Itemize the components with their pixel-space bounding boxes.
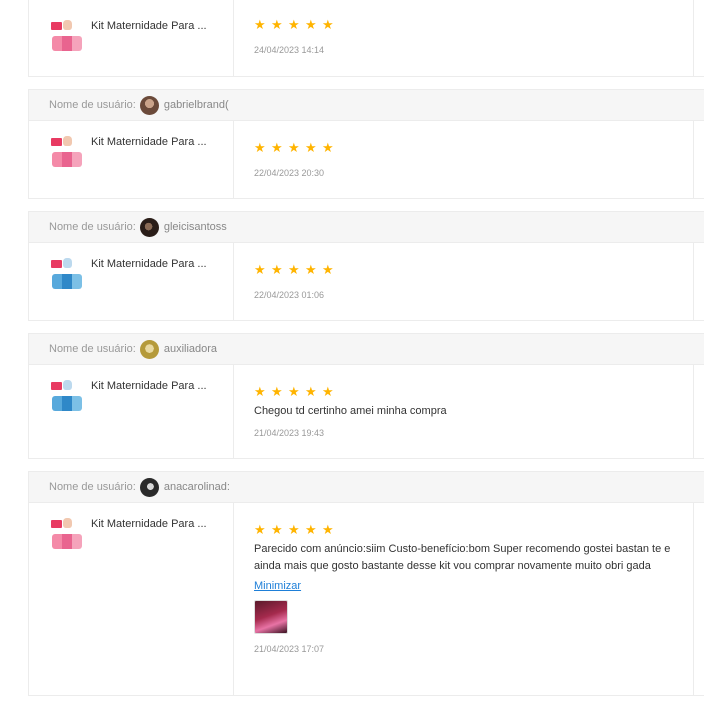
avatar	[139, 339, 159, 359]
review-content: ★ ★ ★ ★ ★ 22/04/2023 01:06	[234, 243, 704, 320]
product-cell[interactable]: Kit Maternidade Para ...	[29, 243, 234, 320]
username: gleicisantoss	[163, 221, 227, 233]
review-card: Nome de usuário: auxiliadora Kit Materni…	[28, 333, 704, 459]
star-icon: ★	[271, 17, 283, 32]
card-header: Nome de usuário: anacarolinad:	[29, 472, 704, 503]
username: auxiliadora	[163, 343, 218, 355]
card-header: Nome de usuário: auxiliadora	[29, 334, 704, 365]
review-photo[interactable]	[254, 600, 288, 634]
username-label: Nome de usuário:	[49, 481, 136, 493]
star-icon: ★	[288, 384, 300, 399]
star-icon: ★	[322, 262, 334, 277]
product-cell[interactable]: Kit Maternidade Para ...	[29, 121, 234, 198]
username-label: Nome de usuário:	[49, 221, 136, 233]
product-name[interactable]: Kit Maternidade Para ...	[91, 379, 207, 458]
avatar	[139, 477, 159, 497]
star-icon: ★	[322, 384, 334, 399]
star-icon: ★	[322, 17, 334, 32]
review-card: Nome de usuário: anacarolinad: Kit Mater…	[28, 471, 704, 696]
username-label: Nome de usuário:	[49, 343, 136, 355]
product-cell[interactable]: Kit Maternidade Para ...	[29, 503, 234, 695]
star-icon: ★	[254, 384, 266, 399]
product-thumbnail[interactable]	[49, 135, 83, 169]
star-rating: ★ ★ ★ ★ ★	[254, 385, 704, 398]
review-date: 21/04/2023 17:07	[254, 644, 325, 654]
review-content: ★ ★ ★ ★ ★ Chegou td certinho amei minha …	[234, 365, 704, 458]
card-header: Nome de usuário: gabrielbrand(	[29, 90, 704, 121]
star-rating: ★ ★ ★ ★ ★	[254, 523, 704, 536]
review-date: 22/04/2023 20:30	[254, 168, 325, 178]
product-cell[interactable]: Kit Maternidade Para ...	[29, 365, 234, 458]
username: gabrielbrand(	[163, 99, 229, 111]
star-icon: ★	[271, 522, 283, 537]
product-name[interactable]: Kit Maternidade Para ...	[91, 19, 207, 76]
star-icon: ★	[254, 262, 266, 277]
review-content: ★ ★ ★ ★ ★ 22/04/2023 20:30	[234, 121, 704, 198]
review-card: Kit Maternidade Para ... ★ ★ ★ ★ ★ 24/04…	[28, 0, 704, 77]
avatar	[139, 95, 159, 115]
product-name[interactable]: Kit Maternidade Para ...	[91, 135, 207, 198]
star-icon: ★	[305, 262, 317, 277]
product-thumbnail[interactable]	[49, 257, 83, 291]
star-icon: ★	[288, 140, 300, 155]
star-icon: ★	[254, 140, 266, 155]
star-icon: ★	[288, 262, 300, 277]
star-icon: ★	[322, 522, 334, 537]
review-date: 24/04/2023 14:14	[254, 45, 325, 55]
star-icon: ★	[271, 262, 283, 277]
star-icon: ★	[271, 384, 283, 399]
product-cell[interactable]: Kit Maternidade Para ...	[29, 0, 234, 76]
review-content: ★ ★ ★ ★ ★ Parecido com anúncio:siim Cust…	[234, 503, 704, 695]
star-icon: ★	[288, 522, 300, 537]
star-icon: ★	[288, 17, 300, 32]
review-card: Nome de usuário: gleicisantoss Kit Mater…	[28, 211, 704, 321]
star-icon: ★	[305, 522, 317, 537]
review-date: 22/04/2023 01:06	[254, 290, 325, 300]
star-icon: ★	[305, 17, 317, 32]
card-header: Nome de usuário: gleicisantoss	[29, 212, 704, 243]
product-thumbnail[interactable]	[49, 379, 83, 413]
star-rating: ★ ★ ★ ★ ★	[254, 18, 704, 31]
star-icon: ★	[305, 140, 317, 155]
star-icon: ★	[254, 522, 266, 537]
review-comment: Parecido com anúncio:siim Custo-benefíci…	[254, 543, 671, 572]
star-icon: ★	[271, 140, 283, 155]
product-name[interactable]: Kit Maternidade Para ...	[91, 517, 207, 695]
product-thumbnail[interactable]	[49, 517, 83, 551]
minimize-link[interactable]: Minimizar	[254, 580, 301, 592]
review-comment: Chegou td certinho amei minha compra	[254, 405, 447, 417]
product-thumbnail[interactable]	[49, 19, 83, 53]
star-rating: ★ ★ ★ ★ ★	[254, 263, 704, 276]
star-icon: ★	[322, 140, 334, 155]
review-content: ★ ★ ★ ★ ★ 24/04/2023 14:14	[234, 0, 704, 76]
username-label: Nome de usuário:	[49, 99, 136, 111]
avatar	[139, 217, 159, 237]
star-icon: ★	[305, 384, 317, 399]
review-card: Nome de usuário: gabrielbrand( Kit Mater…	[28, 89, 704, 199]
username: anacarolinad:	[163, 481, 230, 493]
star-icon: ★	[254, 17, 266, 32]
star-rating: ★ ★ ★ ★ ★	[254, 141, 704, 154]
product-name[interactable]: Kit Maternidade Para ...	[91, 257, 207, 320]
review-date: 21/04/2023 19:43	[254, 427, 325, 438]
